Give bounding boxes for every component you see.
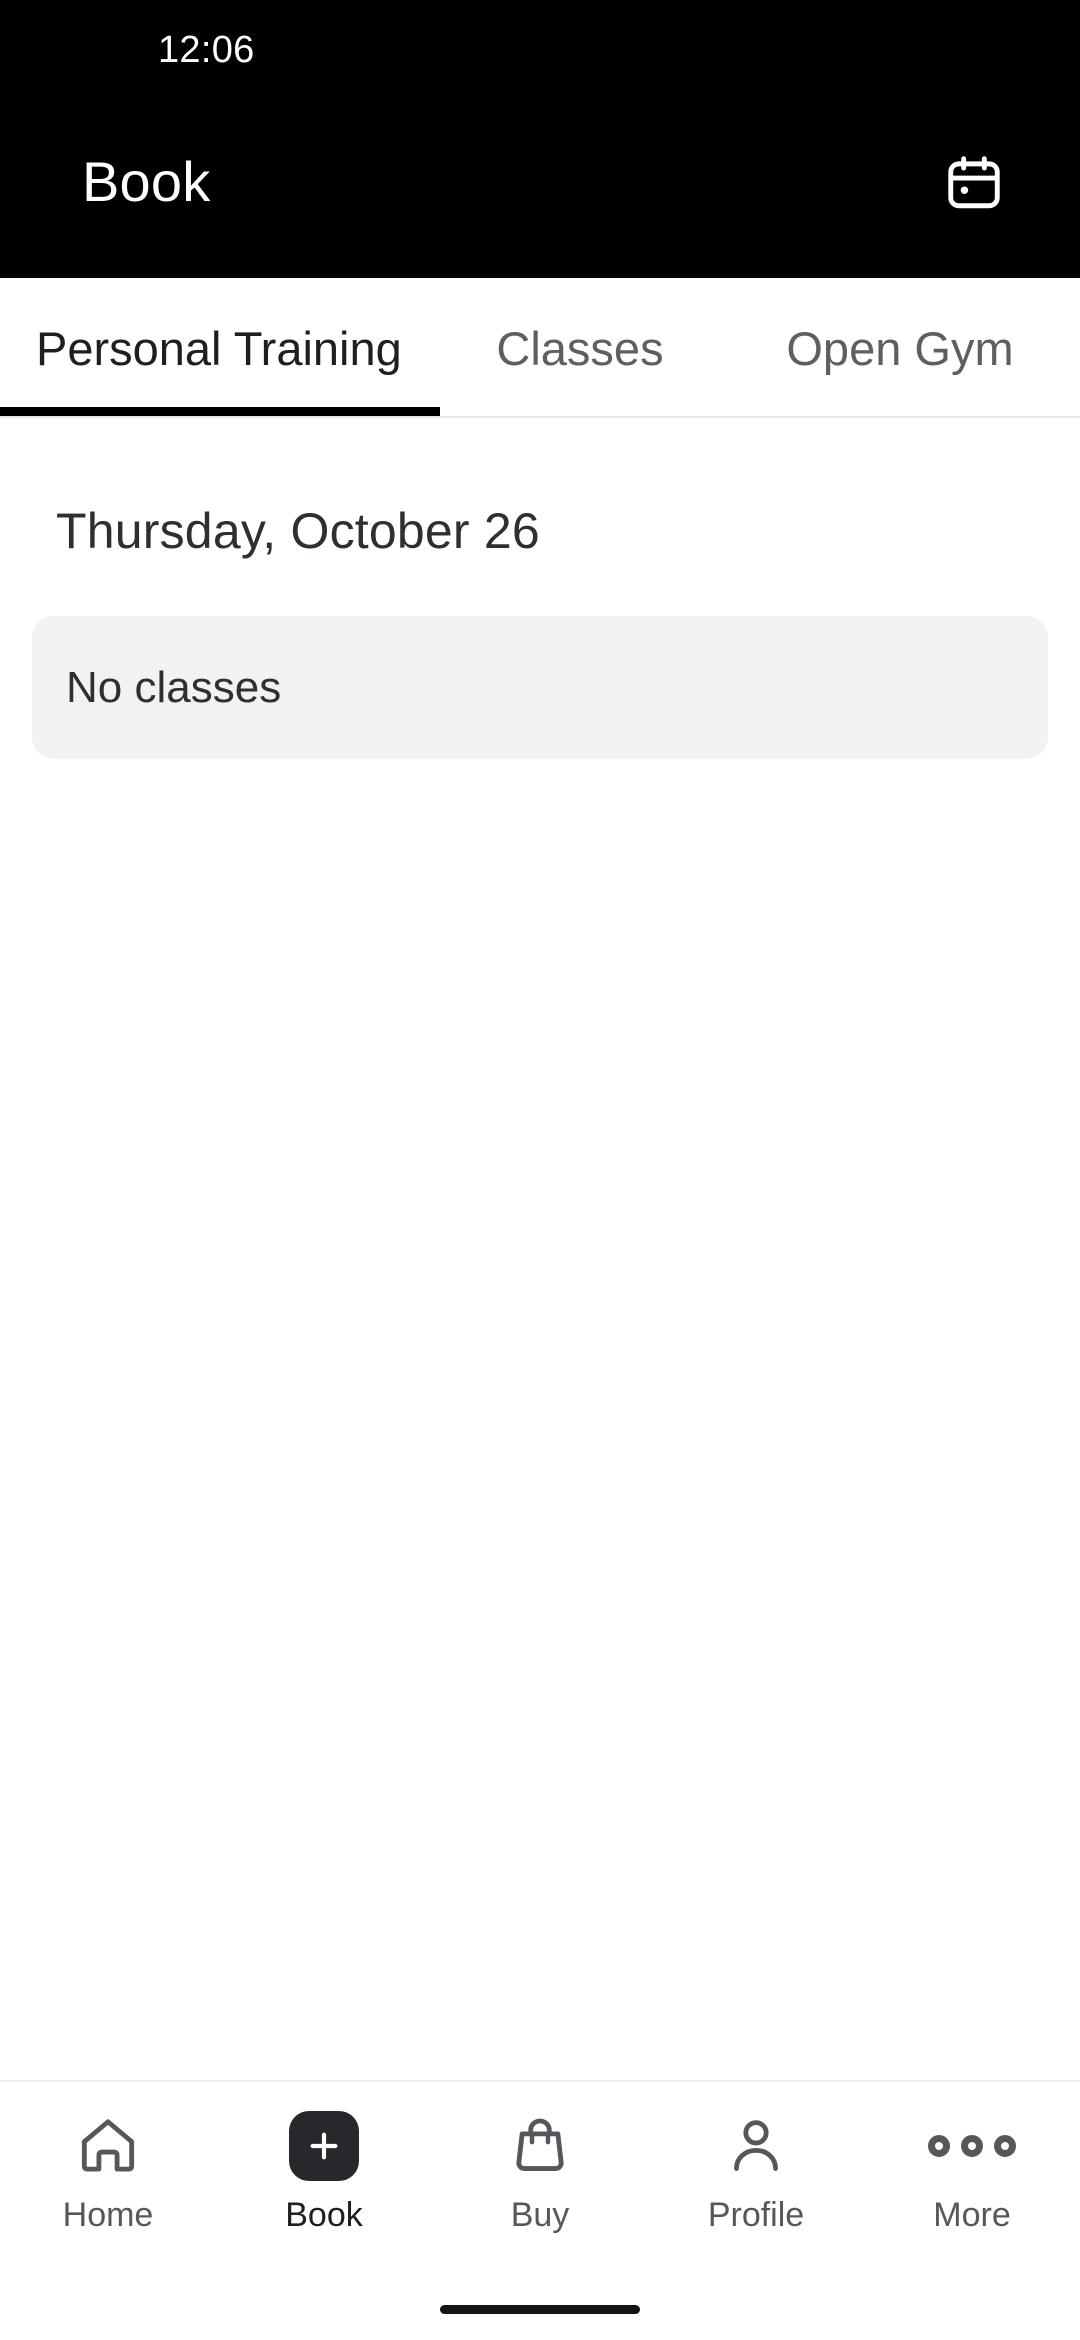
nav-item-book[interactable]: Book: [216, 2108, 432, 2232]
nav-label: Buy: [510, 2196, 570, 2234]
nav-item-buy[interactable]: Buy: [432, 2108, 648, 2232]
nav-item-profile[interactable]: Profile: [648, 2108, 864, 2232]
tab-label: Personal Training: [36, 321, 402, 375]
status-bar-clock: 12:06: [158, 28, 255, 71]
home-icon: [70, 2108, 146, 2184]
active-tab-indicator: [0, 407, 440, 416]
tab-label: Open Gym: [786, 321, 1014, 375]
home-indicator-area: [0, 2278, 1080, 2340]
empty-state-text: No classes: [66, 662, 282, 712]
nav-item-home[interactable]: Home: [0, 2108, 216, 2232]
date-heading: Thursday, October 26: [56, 503, 540, 559]
status-bar: 12:06: [0, 0, 1080, 92]
dot: [994, 2135, 1016, 2157]
calendar-icon: [943, 152, 1005, 219]
person-icon: [718, 2108, 794, 2184]
ellipsis-dots: [928, 2135, 1016, 2157]
plus-icon: [286, 2108, 362, 2184]
page-title: Book: [82, 150, 211, 213]
shopping-bag-icon: [502, 2108, 578, 2184]
nav-label: Profile: [707, 2196, 805, 2234]
empty-state-card: No classes: [32, 616, 1048, 759]
tab-personal-training[interactable]: Personal Training: [0, 278, 440, 418]
tab-bar: Personal Training Classes Open Gym: [0, 278, 1080, 418]
ellipsis-icon: [928, 2108, 1016, 2184]
tab-label: Classes: [496, 321, 664, 375]
home-indicator[interactable]: [440, 2304, 640, 2314]
nav-label: Home: [62, 2196, 154, 2234]
book-chip: [289, 2111, 359, 2181]
main-content: Thursday, October 26 No classes: [0, 418, 1080, 2080]
tab-open-gym[interactable]: Open Gym: [720, 278, 1080, 418]
nav-label: Book: [285, 2196, 363, 2234]
tab-classes[interactable]: Classes: [440, 278, 720, 418]
nav-label: More: [933, 2196, 1011, 2234]
dot: [928, 2135, 950, 2157]
calendar-button[interactable]: [926, 137, 1022, 233]
app-screen: 12:06 Book Personal Training Classes Ope…: [0, 0, 1080, 2340]
bottom-navigation: Home Book Buy Profile More: [0, 2080, 1080, 2278]
nav-item-more[interactable]: More: [864, 2108, 1080, 2232]
app-bar: Book: [0, 92, 1080, 278]
dot: [961, 2135, 983, 2157]
